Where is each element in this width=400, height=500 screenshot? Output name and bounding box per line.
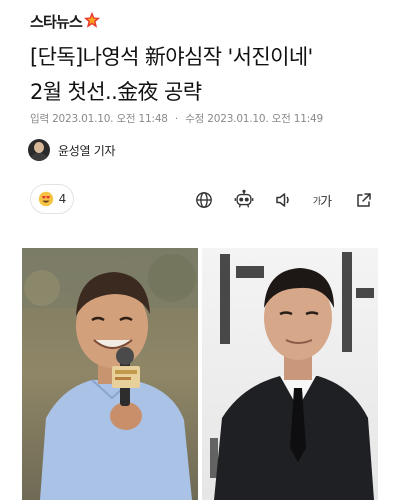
read-aloud-button[interactable] xyxy=(272,188,296,212)
star-logo-icon xyxy=(83,11,101,28)
article-photo-image xyxy=(22,248,378,500)
input-time: 2023.01.10. 오전 11:48 xyxy=(52,113,168,125)
reporter-avatar xyxy=(28,139,50,161)
font-size-button[interactable]: 가가 xyxy=(310,188,334,212)
reporter-name: 윤성열 기자 xyxy=(58,143,116,158)
translate-button[interactable] xyxy=(192,188,216,212)
modified-time: 2023.01.10. 오전 11:49 xyxy=(207,113,323,125)
meta-separator: · xyxy=(174,113,179,125)
modified-label: 수정 xyxy=(185,113,205,125)
article-photo[interactable] xyxy=(22,248,378,500)
share-button[interactable] xyxy=(352,188,376,212)
article-timestamps: 입력 2023.01.10. 오전 11:48 · 수정 2023.01.10.… xyxy=(30,111,323,126)
globe-icon xyxy=(196,192,212,208)
reaction-button[interactable]: 4 xyxy=(30,184,74,214)
font-size-small-glyph: 가 xyxy=(312,196,321,207)
site-logo[interactable]: 스타뉴스 xyxy=(30,8,101,34)
speaker-icon xyxy=(276,193,289,207)
article-headline: [단독]나영석 新야심작 '서진이네' 2월 첫선..金夜 공략 xyxy=(30,40,380,110)
heart-eyes-emoji-icon xyxy=(38,191,53,207)
logo-text: 스타뉴스 xyxy=(30,12,83,31)
reaction-count: 4 xyxy=(58,192,67,206)
reporter-byline[interactable]: 윤성열 기자 xyxy=(28,138,116,162)
headline-line-1: [단독]나영석 新야심작 '서진이네' xyxy=(30,45,313,69)
article-toolbar: 가가 xyxy=(192,188,378,212)
share-icon xyxy=(357,193,371,207)
headline-line-2: 2월 첫선..金夜 공략 xyxy=(30,80,202,104)
summary-bot-button[interactable] xyxy=(232,188,256,212)
input-label: 입력 xyxy=(30,113,49,125)
font-size-large-glyph: 가 xyxy=(320,194,332,210)
robot-icon xyxy=(234,189,254,208)
